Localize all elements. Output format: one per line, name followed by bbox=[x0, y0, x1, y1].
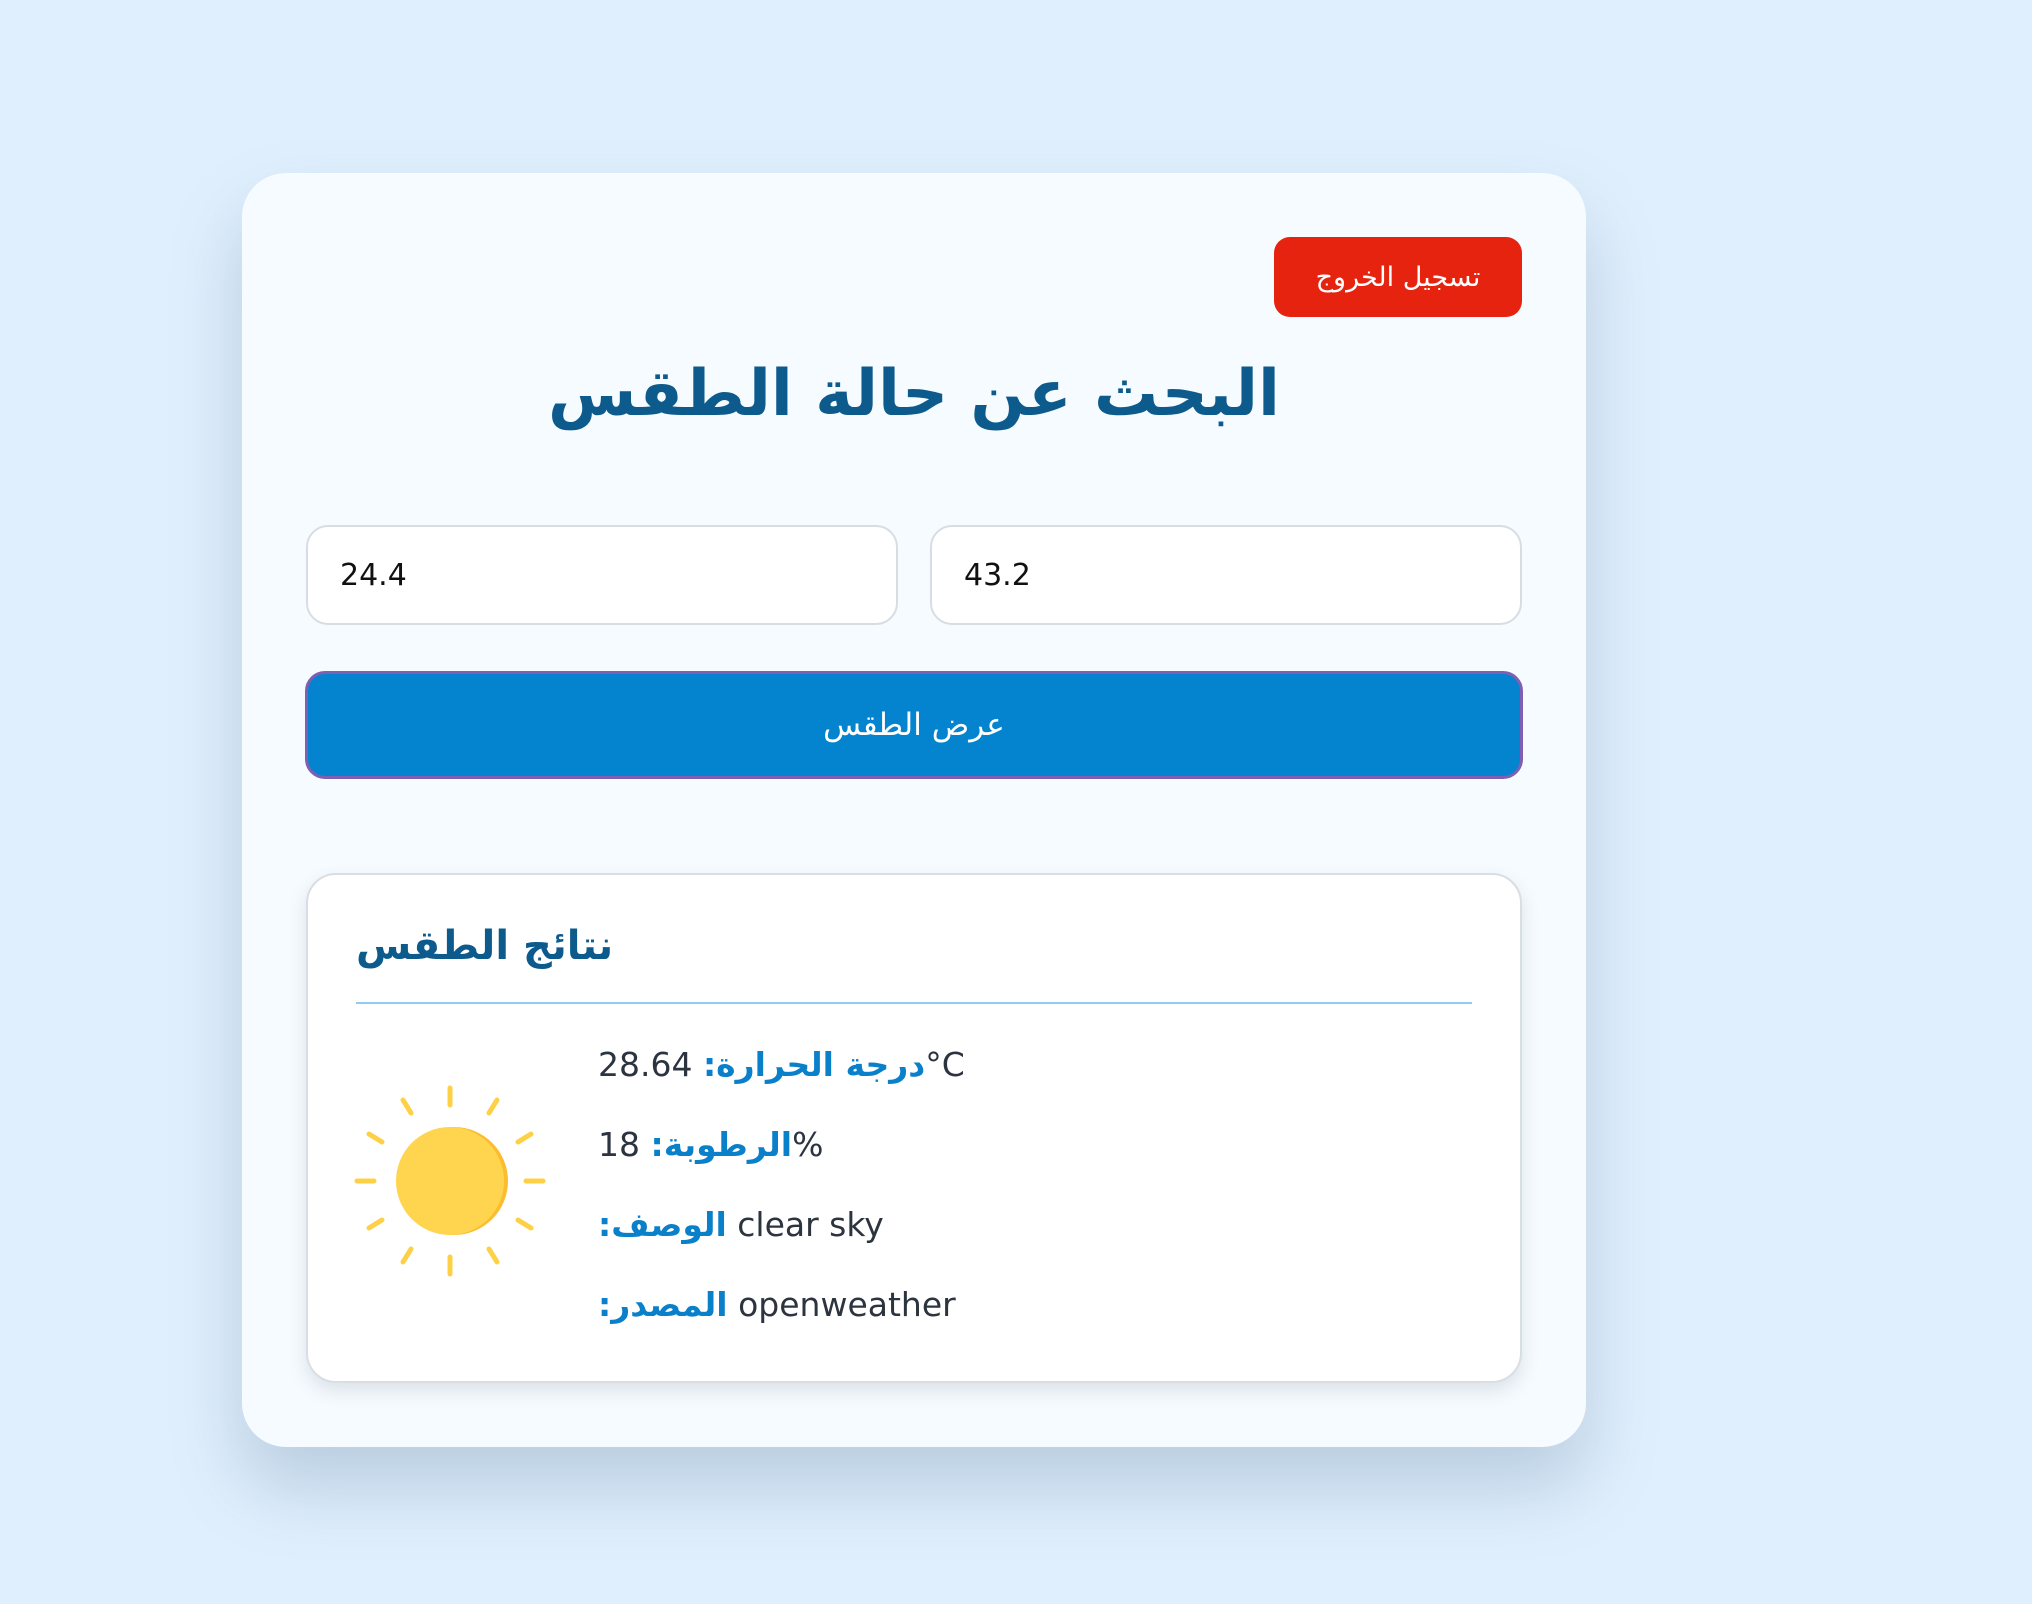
latitude-input[interactable] bbox=[930, 525, 1522, 625]
logout-button[interactable]: تسجيل الخروج bbox=[1274, 237, 1522, 317]
temperature-value: 28.64 bbox=[598, 1045, 693, 1084]
results-title: نتائج الطقس bbox=[356, 923, 614, 969]
humidity-row: 18 الرطوبة:% bbox=[598, 1125, 823, 1164]
weather-card: تسجيل الخروج البحث عن حالة الطقس عرض الط… bbox=[242, 173, 1586, 1447]
results-divider bbox=[356, 1002, 1472, 1004]
longitude-input[interactable] bbox=[306, 525, 898, 625]
description-label: الوصف: bbox=[598, 1205, 727, 1244]
temperature-label: درجة الحرارة: bbox=[702, 1045, 926, 1084]
source-label: المصدر: bbox=[598, 1285, 728, 1324]
sun-icon bbox=[354, 1085, 546, 1277]
humidity-value: 18 bbox=[598, 1125, 640, 1164]
results-panel: نتائج الطقس 28.64 درجة الحرارة:°C 18 الر… bbox=[306, 873, 1522, 1383]
humidity-unit: % bbox=[792, 1125, 824, 1164]
humidity-label: الرطوبة: bbox=[650, 1125, 793, 1164]
source-row: المصدر: openweather bbox=[598, 1285, 956, 1324]
page-title: البحث عن حالة الطقس bbox=[548, 357, 1280, 431]
description-value: clear sky bbox=[737, 1205, 884, 1244]
description-row: الوصف: clear sky bbox=[598, 1205, 884, 1244]
temperature-row: 28.64 درجة الحرارة:°C bbox=[598, 1045, 965, 1084]
show-weather-button[interactable]: عرض الطقس bbox=[305, 671, 1523, 779]
source-value: openweather bbox=[738, 1285, 956, 1324]
temperature-unit: °C bbox=[925, 1045, 965, 1084]
